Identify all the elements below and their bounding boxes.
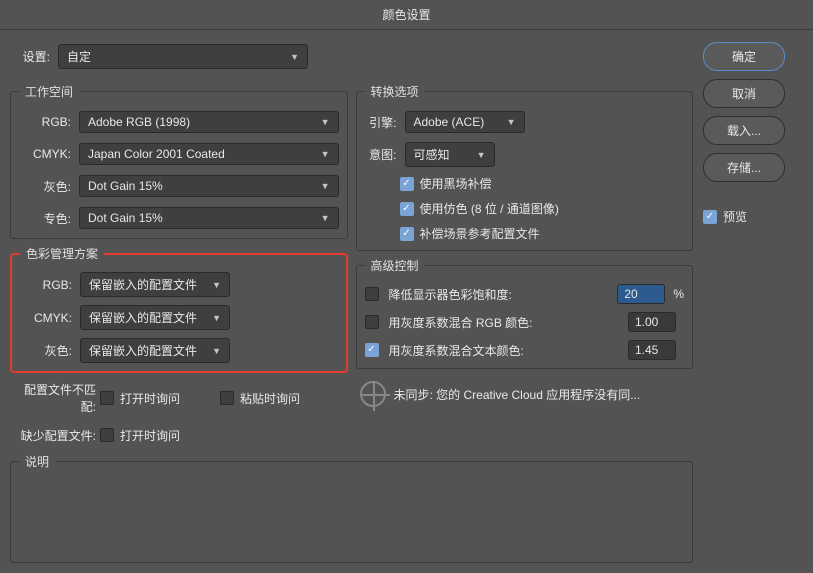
chevron-down-icon: ▼ xyxy=(290,52,299,62)
ws-rgb-select[interactable]: Adobe RGB (1998)▼ xyxy=(79,111,339,133)
ws-cmyk-select[interactable]: Japan Color 2001 Coated▼ xyxy=(79,143,339,165)
preview-check[interactable]: 预览 xyxy=(703,208,747,225)
missing-ask-open[interactable]: 打开时询问 xyxy=(100,427,180,444)
desat-unit: % xyxy=(673,287,684,301)
workspace-legend: 工作空间 xyxy=(19,83,79,100)
desat-check[interactable] xyxy=(365,287,379,301)
chevron-down-icon: ▼ xyxy=(477,150,486,160)
advanced-group: 高级控制 降低显示器色彩饱和度: 20 % 用灰度系数混合 RGB 颜色: 1.… xyxy=(356,257,694,369)
mismatch-label: 配置文件不匹配: xyxy=(10,381,100,415)
pol-cmyk-select[interactable]: 保留嵌入的配置文件▼ xyxy=(80,305,230,330)
pol-cmyk-label: CMYK: xyxy=(20,311,80,325)
blackpoint-check[interactable]: 使用黑场补偿 xyxy=(400,175,492,192)
intent-select[interactable]: 可感知▼ xyxy=(405,142,495,167)
ws-gray-select[interactable]: Dot Gain 15%▼ xyxy=(79,175,339,197)
chevron-down-icon: ▼ xyxy=(507,117,516,127)
workspace-group: 工作空间 RGB:Adobe RGB (1998)▼ CMYK:Japan Co… xyxy=(10,83,348,239)
conversion-group: 转换选项 引擎:Adobe (ACE)▼ 意图:可感知▼ 使用黑场补偿 使用仿色… xyxy=(356,83,694,251)
blend-rgb-check[interactable] xyxy=(365,315,379,329)
mismatch-ask-paste[interactable]: 粘贴时询问 xyxy=(220,390,300,407)
ws-rgb-label: RGB: xyxy=(19,115,79,129)
mismatch-ask-open[interactable]: 打开时询问 xyxy=(100,390,180,407)
pol-rgb-select[interactable]: 保留嵌入的配置文件▼ xyxy=(80,272,230,297)
load-button[interactable]: 载入... xyxy=(703,116,785,145)
checkbox-icon xyxy=(100,391,114,405)
intent-label: 意图: xyxy=(365,146,405,163)
checkbox-icon xyxy=(400,202,414,216)
chevron-down-icon: ▼ xyxy=(321,181,330,191)
ok-button[interactable]: 确定 xyxy=(703,42,785,71)
chevron-down-icon: ▼ xyxy=(212,280,221,290)
settings-value: 自定 xyxy=(67,48,91,65)
desat-input[interactable]: 20 xyxy=(617,284,665,304)
blend-rgb-input[interactable]: 1.00 xyxy=(628,312,676,332)
advanced-legend: 高级控制 xyxy=(365,257,425,274)
blend-text-input[interactable]: 1.45 xyxy=(628,340,676,360)
blend-rgb-label: 用灰度系数混合 RGB 颜色: xyxy=(385,314,629,331)
ws-spot-label: 专色: xyxy=(19,210,79,227)
sync-message: 未同步: 您的 Creative Cloud 应用程序没有同... xyxy=(394,386,641,403)
ws-cmyk-label: CMYK: xyxy=(19,147,79,161)
compensate-check[interactable]: 补偿场景参考配置文件 xyxy=(400,225,540,242)
description-group: 说明 xyxy=(10,453,693,563)
cancel-button[interactable]: 取消 xyxy=(703,79,785,108)
checkbox-icon xyxy=(400,177,414,191)
sync-icon xyxy=(360,381,386,407)
ws-spot-select[interactable]: Dot Gain 15%▼ xyxy=(79,207,339,229)
sync-status: 未同步: 您的 Creative Cloud 应用程序没有同... xyxy=(356,375,694,411)
checkbox-icon xyxy=(220,391,234,405)
conversion-legend: 转换选项 xyxy=(365,83,425,100)
save-button[interactable]: 存储... xyxy=(703,153,785,182)
checkbox-icon xyxy=(100,428,114,442)
chevron-down-icon: ▼ xyxy=(212,346,221,356)
policies-group: 色彩管理方案 RGB:保留嵌入的配置文件▼ CMYK:保留嵌入的配置文件▼ 灰色… xyxy=(10,245,348,373)
missing-label: 缺少配置文件: xyxy=(10,427,100,444)
pol-gray-label: 灰色: xyxy=(20,342,80,359)
pol-rgb-label: RGB: xyxy=(20,278,80,292)
checkbox-icon xyxy=(400,227,414,241)
ws-gray-label: 灰色: xyxy=(19,178,79,195)
chevron-down-icon: ▼ xyxy=(321,213,330,223)
chevron-down-icon: ▼ xyxy=(321,117,330,127)
chevron-down-icon: ▼ xyxy=(212,313,221,323)
blend-text-check[interactable] xyxy=(365,343,379,357)
engine-select[interactable]: Adobe (ACE)▼ xyxy=(405,111,525,133)
dialog-title: 颜色设置 xyxy=(0,0,813,30)
description-legend: 说明 xyxy=(19,453,55,470)
checkbox-icon xyxy=(703,210,717,224)
chevron-down-icon: ▼ xyxy=(321,149,330,159)
dither-check[interactable]: 使用仿色 (8 位 / 通道图像) xyxy=(400,200,559,217)
pol-gray-select[interactable]: 保留嵌入的配置文件▼ xyxy=(80,338,230,363)
blend-text-label: 用灰度系数混合文本颜色: xyxy=(385,342,629,359)
settings-select[interactable]: 自定 ▼ xyxy=(58,44,308,69)
desat-label: 降低显示器色彩饱和度: xyxy=(385,286,618,303)
engine-label: 引擎: xyxy=(365,114,405,131)
policies-legend: 色彩管理方案 xyxy=(20,245,104,262)
settings-label: 设置: xyxy=(18,48,50,65)
